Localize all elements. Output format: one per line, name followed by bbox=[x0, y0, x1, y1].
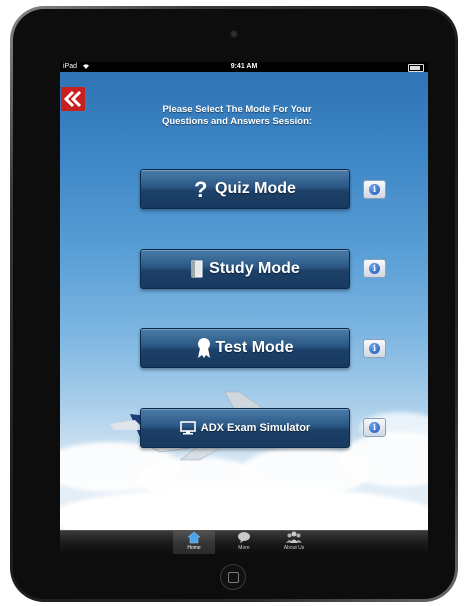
back-button[interactable] bbox=[61, 87, 85, 111]
study-mode-info-button[interactable]: i bbox=[363, 259, 386, 278]
svg-text:?: ? bbox=[194, 179, 207, 199]
adx-exam-simulator-info-button[interactable]: i bbox=[363, 418, 386, 437]
double-chevron-left-icon bbox=[63, 90, 82, 108]
info-icon: i bbox=[369, 263, 380, 274]
info-icon: i bbox=[369, 422, 380, 433]
tab-home[interactable]: Home bbox=[173, 531, 215, 554]
computer-monitor-icon bbox=[179, 421, 196, 435]
question-mark-icon: ? bbox=[194, 179, 210, 199]
study-mode-label: Study Mode bbox=[209, 260, 300, 277]
front-camera bbox=[231, 31, 237, 37]
people-icon bbox=[286, 531, 302, 543]
test-mode-label: Test Mode bbox=[215, 339, 294, 356]
quiz-mode-label: Quiz Mode bbox=[215, 180, 296, 197]
instructions-text: Please Select The Mode For Your Question… bbox=[122, 104, 352, 128]
app-screen: iPad 9:41 AM Please Select The Mode For … bbox=[60, 62, 428, 554]
instructions-line-1: Please Select The Mode For Your bbox=[162, 104, 312, 115]
tab-about-us[interactable]: About Us bbox=[273, 531, 315, 554]
quiz-mode-info-button[interactable]: i bbox=[363, 180, 386, 199]
battery-icon bbox=[408, 64, 424, 72]
study-mode-button[interactable]: Study Mode bbox=[140, 249, 350, 289]
info-icon: i bbox=[369, 184, 380, 195]
sky-background bbox=[60, 72, 428, 530]
test-mode-button[interactable]: Test Mode bbox=[140, 328, 350, 368]
status-time: 9:41 AM bbox=[230, 63, 258, 70]
adx-exam-simulator-label: ADX Exam Simulator bbox=[200, 422, 311, 434]
tab-more[interactable]: More bbox=[223, 531, 265, 554]
tab-about-us-label: About Us bbox=[283, 545, 305, 551]
instructions-line-2: Questions and Answers Session: bbox=[161, 116, 313, 127]
tab-home-label: Home bbox=[187, 545, 201, 551]
speech-bubble-icon bbox=[238, 532, 250, 543]
tab-bar: Home More About Us bbox=[60, 530, 428, 554]
book-icon bbox=[190, 260, 204, 278]
quiz-mode-button[interactable]: ? Quiz Mode bbox=[140, 169, 350, 209]
adx-exam-simulator-button[interactable]: ADX Exam Simulator bbox=[140, 408, 350, 448]
ipad-home-button[interactable] bbox=[220, 564, 246, 590]
test-mode-info-button[interactable]: i bbox=[363, 339, 386, 358]
tab-more-label: More bbox=[238, 545, 250, 551]
info-icon: i bbox=[369, 343, 380, 354]
ribbon-award-icon bbox=[197, 337, 211, 359]
home-icon bbox=[187, 531, 201, 544]
status-bar: iPad 9:41 AM bbox=[60, 62, 428, 72]
